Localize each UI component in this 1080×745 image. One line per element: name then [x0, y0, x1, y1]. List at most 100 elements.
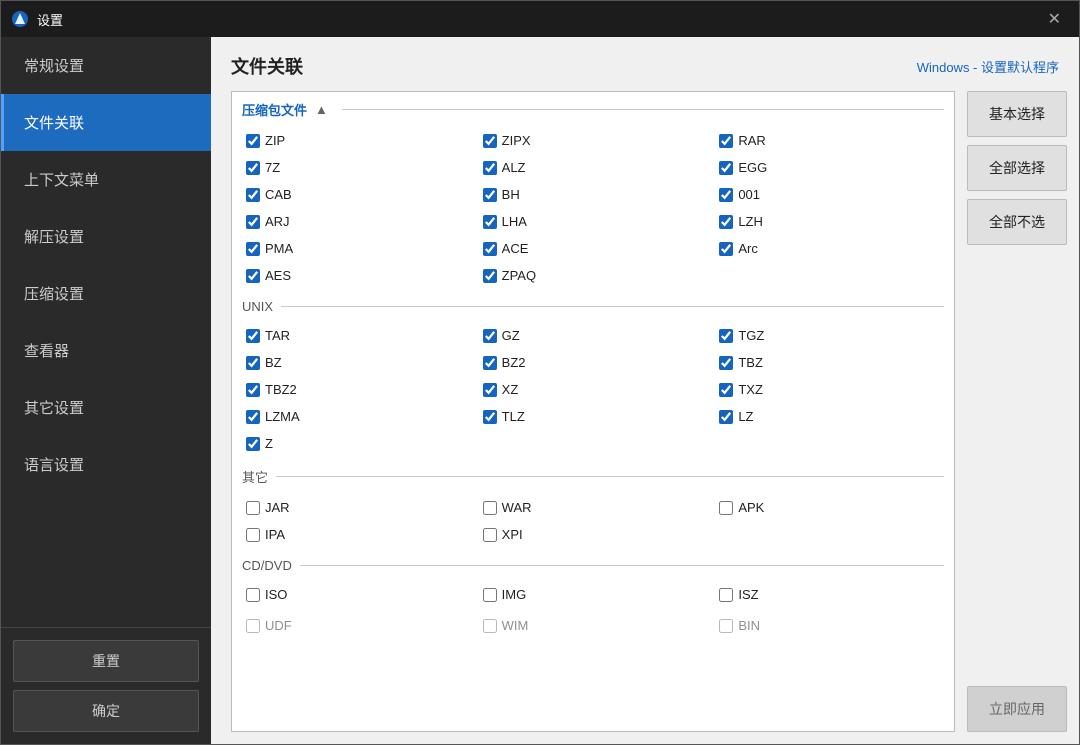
arc-checkbox[interactable]: [719, 242, 733, 256]
list-item[interactable]: ACE: [475, 235, 712, 262]
sidebar-item-general[interactable]: 常规设置: [1, 37, 211, 94]
zipx-checkbox[interactable]: [483, 134, 497, 148]
list-item[interactable]: XZ: [475, 376, 712, 403]
list-item[interactable]: 7Z: [238, 154, 475, 181]
file-list-container[interactable]: 压缩包文件 ▲ ZIP ZIPX: [231, 91, 955, 732]
lha-checkbox[interactable]: [483, 215, 497, 229]
txz-checkbox[interactable]: [719, 383, 733, 397]
reset-button[interactable]: 重置: [13, 640, 199, 682]
arj-checkbox[interactable]: [246, 215, 260, 229]
001-checkbox[interactable]: [719, 188, 733, 202]
select-all-button[interactable]: 全部选择: [967, 145, 1067, 191]
list-item[interactable]: BZ2: [475, 349, 712, 376]
list-item[interactable]: TGZ: [711, 322, 948, 349]
tbz-checkbox[interactable]: [719, 356, 733, 370]
basic-select-button[interactable]: 基本选择: [967, 91, 1067, 137]
xz-checkbox[interactable]: [483, 383, 497, 397]
tgz-checkbox[interactable]: [719, 329, 733, 343]
sidebar-item-language[interactable]: 语言设置: [1, 436, 211, 493]
list-item[interactable]: TBZ2: [238, 376, 475, 403]
ipa-checkbox[interactable]: [246, 528, 260, 542]
list-item[interactable]: ZIPX: [475, 127, 712, 154]
sidebar-item-extract[interactable]: 解压设置: [1, 208, 211, 265]
sidebar-item-compress[interactable]: 压缩设置: [1, 265, 211, 322]
tar-checkbox[interactable]: [246, 329, 260, 343]
windows-default-link[interactable]: Windows - 设置默认程序: [917, 57, 1059, 76]
bin-checkbox[interactable]: [719, 619, 733, 633]
list-item[interactable]: TBZ: [711, 349, 948, 376]
list-item[interactable]: GZ: [475, 322, 712, 349]
7z-checkbox[interactable]: [246, 161, 260, 175]
list-item[interactable]: IPA: [238, 521, 475, 548]
list-item[interactable]: ZIP: [238, 127, 475, 154]
list-item[interactable]: AES: [238, 262, 475, 289]
xpi-checkbox[interactable]: [483, 528, 497, 542]
list-item[interactable]: CAB: [238, 181, 475, 208]
egg-checkbox[interactable]: [719, 161, 733, 175]
lz-checkbox[interactable]: [719, 410, 733, 424]
list-item[interactable]: JAR: [238, 494, 475, 521]
list-item[interactable]: BH: [475, 181, 712, 208]
list-item[interactable]: BZ: [238, 349, 475, 376]
list-item[interactable]: ISZ: [711, 581, 948, 608]
deselect-all-button[interactable]: 全部不选: [967, 199, 1067, 245]
list-item[interactable]: IMG: [475, 581, 712, 608]
list-item[interactable]: WIM: [475, 612, 712, 639]
sidebar-item-file-assoc[interactable]: 文件关联: [1, 94, 211, 151]
zpaq-checkbox[interactable]: [483, 269, 497, 283]
list-item[interactable]: RAR: [711, 127, 948, 154]
close-button[interactable]: ✕: [1040, 5, 1069, 33]
alz-checkbox[interactable]: [483, 161, 497, 175]
list-item[interactable]: WAR: [475, 494, 712, 521]
list-item[interactable]: PMA: [238, 235, 475, 262]
list-item[interactable]: ZPAQ: [475, 262, 712, 289]
sidebar-item-viewer[interactable]: 查看器: [1, 322, 211, 379]
rar-checkbox[interactable]: [719, 134, 733, 148]
list-item[interactable]: TLZ: [475, 403, 712, 430]
bh-checkbox[interactable]: [483, 188, 497, 202]
isz-checkbox[interactable]: [719, 588, 733, 602]
list-item[interactable]: BIN: [711, 612, 948, 639]
window-title: 设置: [37, 10, 63, 29]
list-item[interactable]: ALZ: [475, 154, 712, 181]
bz2-checkbox[interactable]: [483, 356, 497, 370]
list-item[interactable]: XPI: [475, 521, 712, 548]
list-item[interactable]: TXZ: [711, 376, 948, 403]
list-item[interactable]: LZH: [711, 208, 948, 235]
tbz2-checkbox[interactable]: [246, 383, 260, 397]
img-checkbox[interactable]: [483, 588, 497, 602]
list-item[interactable]: LHA: [475, 208, 712, 235]
udf-checkbox[interactable]: [246, 619, 260, 633]
war-checkbox[interactable]: [483, 501, 497, 515]
cab-checkbox[interactable]: [246, 188, 260, 202]
aes-checkbox[interactable]: [246, 269, 260, 283]
bz-checkbox[interactable]: [246, 356, 260, 370]
iso-checkbox[interactable]: [246, 588, 260, 602]
pma-checkbox[interactable]: [246, 242, 260, 256]
wim-checkbox[interactable]: [483, 619, 497, 633]
jar-checkbox[interactable]: [246, 501, 260, 515]
ace-checkbox[interactable]: [483, 242, 497, 256]
list-item[interactable]: TAR: [238, 322, 475, 349]
list-item[interactable]: EGG: [711, 154, 948, 181]
list-item[interactable]: ISO: [238, 581, 475, 608]
list-item[interactable]: Z: [238, 430, 475, 457]
sidebar-item-context-menu[interactable]: 上下文菜单: [1, 151, 211, 208]
apply-now-button[interactable]: 立即应用: [967, 686, 1067, 732]
list-item[interactable]: UDF: [238, 612, 475, 639]
list-item[interactable]: LZMA: [238, 403, 475, 430]
list-item[interactable]: 001: [711, 181, 948, 208]
sidebar-item-other-settings[interactable]: 其它设置: [1, 379, 211, 436]
list-item[interactable]: APK: [711, 494, 948, 521]
list-item[interactable]: Arc: [711, 235, 948, 262]
tlz-checkbox[interactable]: [483, 410, 497, 424]
list-item[interactable]: ARJ: [238, 208, 475, 235]
list-item[interactable]: LZ: [711, 403, 948, 430]
gz-checkbox[interactable]: [483, 329, 497, 343]
zip-checkbox[interactable]: [246, 134, 260, 148]
lzh-checkbox[interactable]: [719, 215, 733, 229]
lzma-checkbox[interactable]: [246, 410, 260, 424]
apk-checkbox[interactable]: [719, 501, 733, 515]
confirm-button[interactable]: 确定: [13, 690, 199, 732]
z-checkbox[interactable]: [246, 437, 260, 451]
